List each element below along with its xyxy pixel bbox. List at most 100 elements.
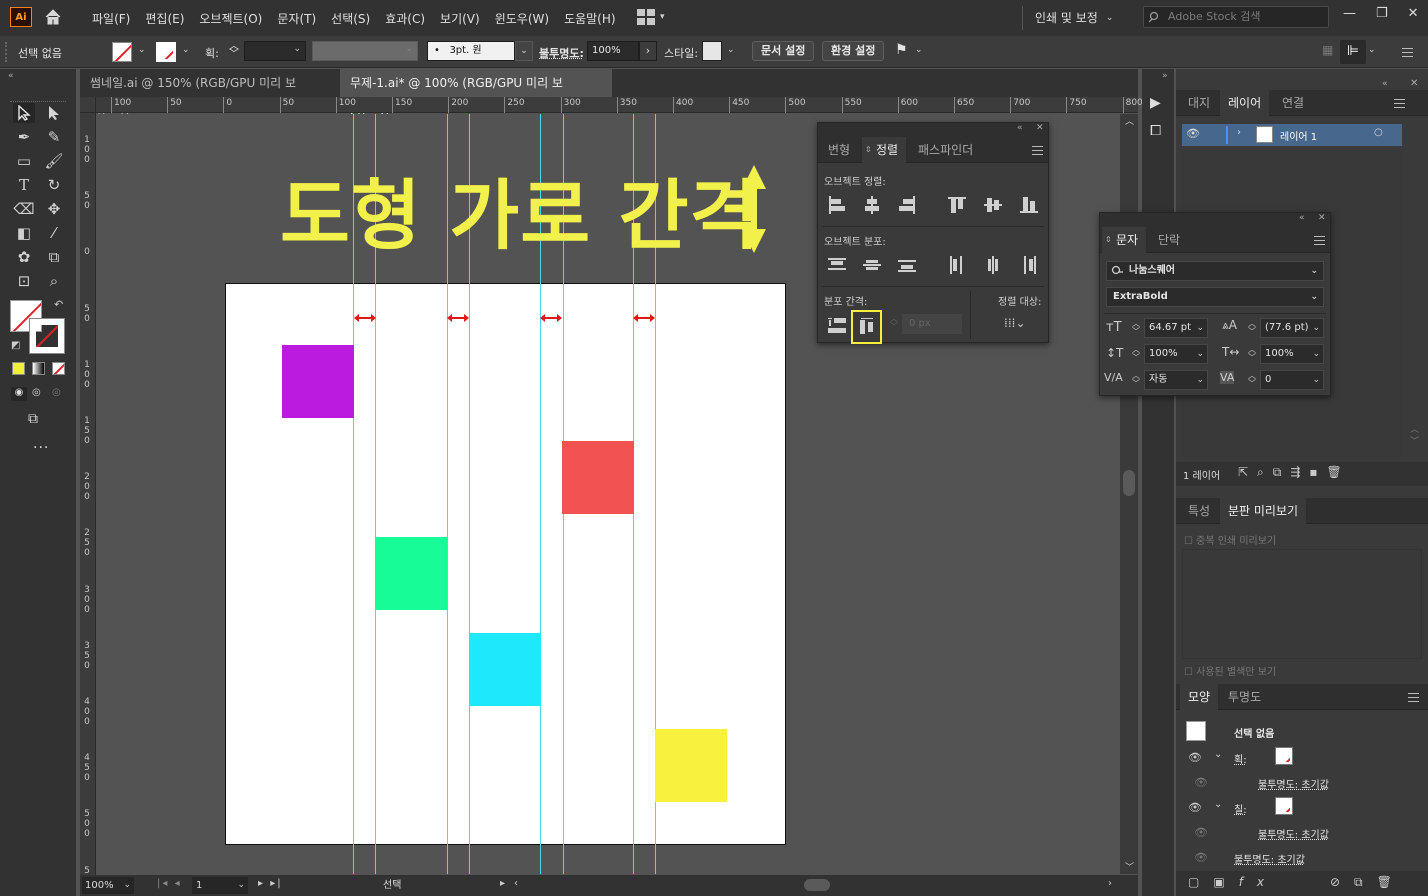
horizontal-distribute-space-button[interactable]: [851, 310, 882, 344]
layers-scroll[interactable]: ︿ ﹀: [1410, 424, 1419, 448]
tab-links[interactable]: 연결: [1274, 90, 1312, 116]
font-size-stepper[interactable]: ︿ ﹀: [1132, 320, 1140, 336]
menu-object[interactable]: 오브젝트(O): [199, 10, 262, 27]
screen-mode-icon[interactable]: ⧉: [28, 411, 38, 427]
eye-icon[interactable]: 👁: [1194, 851, 1208, 864]
eye-icon[interactable]: 👁: [1194, 826, 1208, 839]
horizontal-scale-input[interactable]: 100% ⌄: [1260, 344, 1324, 364]
brush-dropdown[interactable]: ⌄: [515, 41, 533, 61]
stroke-opacity-line[interactable]: 불투명도: 초기값: [1258, 776, 1329, 791]
align-horizontal-center-icon[interactable]: [863, 196, 881, 214]
draw-inside-icon[interactable]: ◎: [52, 387, 61, 398]
horizontal-scale-stepper[interactable]: ︿ ﹀: [1248, 346, 1256, 362]
tab-appearance[interactable]: 모양: [1180, 684, 1219, 710]
scroll-right-icon[interactable]: ›: [1108, 878, 1112, 889]
align-to-selection-icon[interactable]: ⁞⁞⁞⌄: [1004, 316, 1026, 330]
cyan-square[interactable]: [469, 633, 541, 706]
zoom-tool-icon[interactable]: ⌕: [43, 271, 65, 291]
appearance-clear-icons[interactable]: ⊘⧉🗑: [1330, 875, 1406, 890]
menu-icon[interactable]: [1408, 693, 1419, 702]
distribute-top-icon[interactable]: [828, 256, 846, 274]
menu-view[interactable]: 보기(V): [440, 10, 480, 27]
stroke-row-label[interactable]: 획:: [1234, 751, 1247, 766]
eye-icon[interactable]: 👁: [1188, 801, 1202, 814]
appearance-footer-icons[interactable]: ▢▣fx: [1188, 875, 1278, 889]
spot-only-checkbox[interactable]: ☐ 사용된 별색만 보기: [1184, 663, 1276, 678]
menu-icon[interactable]: [1032, 146, 1043, 155]
distribute-left-icon[interactable]: [948, 256, 966, 274]
tracking-stepper[interactable]: ︿ ﹀: [1248, 372, 1256, 388]
fill-opacity-line[interactable]: 불투명도: 초기값: [1258, 826, 1329, 841]
stroke-swatch-icon[interactable]: [1275, 747, 1293, 765]
tab-layers[interactable]: 레이어: [1220, 90, 1270, 116]
pen-tool-icon[interactable]: ✒: [13, 127, 35, 147]
overprint-checkbox[interactable]: ☐ 중복 인쇄 미리보기: [1184, 532, 1276, 547]
menu-effect[interactable]: 효과(C): [385, 10, 425, 27]
align-vertical-center-icon[interactable]: [984, 196, 1002, 214]
puppet-warp-tool-icon[interactable]: ✥: [43, 199, 65, 219]
eye-icon[interactable]: 👁: [1194, 776, 1208, 789]
chevron-down-icon[interactable]: ⌄: [1214, 799, 1222, 810]
draw-behind-icon[interactable]: ◎: [32, 387, 41, 398]
eraser-tool-icon[interactable]: ⌫: [13, 199, 35, 219]
align-right-icon[interactable]: [898, 196, 916, 214]
layer-row[interactable]: 👁 › 레이어 1 ○: [1182, 124, 1402, 146]
scrollbar-thumb[interactable]: [1123, 470, 1135, 496]
ruler-origin[interactable]: [80, 97, 96, 113]
vertical-arrow-icon[interactable]: [740, 163, 768, 255]
draw-normal-icon[interactable]: ◉: [11, 387, 27, 401]
tab-paragraph[interactable]: 단락: [1150, 227, 1188, 253]
layer-name[interactable]: 레이어 1: [1280, 128, 1317, 143]
chevron-down-icon[interactable]: ⌄: [138, 45, 146, 55]
font-size-input[interactable]: 64.67 pt ⌄: [1144, 318, 1208, 338]
close-icon[interactable]: ✕: [1408, 6, 1419, 21]
gradient-tool-icon[interactable]: ◧: [13, 223, 35, 243]
scroll-up-icon[interactable]: ︿: [1125, 114, 1134, 127]
menu-icon[interactable]: [1394, 99, 1405, 108]
menu-icon[interactable]: [1402, 48, 1413, 57]
font-family-input[interactable]: 나눔스퀘어 ⌄: [1106, 261, 1324, 281]
zoom-input[interactable]: 100% ⌄: [82, 877, 134, 894]
panel-titlebar[interactable]: « ✕: [1100, 213, 1330, 227]
layers-footer-icons[interactable]: ⇱⌕⧉⇶▪🗑: [1238, 465, 1351, 480]
libraries-icon[interactable]: ⧠: [1150, 123, 1161, 139]
menu-edit[interactable]: 편집(E): [145, 10, 184, 27]
fill-row-label[interactable]: 칠:: [1234, 801, 1247, 816]
collapse-icon[interactable]: «: [8, 71, 14, 81]
style-swatch[interactable]: [702, 41, 722, 61]
chevron-down-icon[interactable]: ⌄: [1368, 45, 1376, 55]
kerning-select[interactable]: 자동 ⌄: [1144, 370, 1208, 390]
brush-definition[interactable]: • 3pt. 원: [427, 41, 515, 61]
symbol-sprayer-tool-icon[interactable]: ✿: [13, 247, 35, 267]
green-square[interactable]: [375, 537, 447, 610]
selection-tool-icon[interactable]: [13, 103, 35, 123]
red-square[interactable]: [562, 441, 634, 514]
menu-type[interactable]: 문자(T): [277, 10, 316, 27]
horizontal-ruler[interactable]: 100 50 0 50 100 150 200 250 300 350 400 450 500 550 60…: [96, 97, 1255, 113]
collapse-icon[interactable]: «: [1382, 79, 1388, 89]
menu-select[interactable]: 선택(S): [331, 10, 370, 27]
tab-align[interactable]: ⇕ 정렬: [862, 137, 907, 163]
tab-thumbnail[interactable]: 썸네일.ai @ 150% (RGB/GPU 미리 보기)✕: [80, 69, 340, 118]
stroke-stepper[interactable]: ︿ ﹀: [229, 42, 239, 60]
close-icon[interactable]: ✕: [1318, 213, 1326, 223]
tab-artboards[interactable]: 대지: [1180, 90, 1218, 116]
distribute-horizontal-center-icon[interactable]: [984, 256, 1002, 274]
type-tool-icon[interactable]: T: [13, 175, 35, 195]
maximize-icon[interactable]: ❐: [1376, 6, 1388, 21]
minimize-icon[interactable]: —: [1343, 6, 1356, 21]
fill-swatch-icon[interactable]: [1275, 797, 1293, 815]
default-colors-icon[interactable]: ◩: [11, 340, 20, 351]
purple-square[interactable]: [282, 345, 354, 418]
rotate-tool-icon[interactable]: ↻: [43, 175, 65, 195]
font-style-select[interactable]: ExtraBold ⌄: [1106, 287, 1324, 307]
vertical-scale-input[interactable]: 100% ⌄: [1144, 344, 1208, 364]
home-icon[interactable]: [44, 8, 62, 26]
leading-input[interactable]: (77.6 pt) ⌄: [1260, 318, 1324, 338]
arrange-documents-button[interactable]: ▾: [636, 8, 665, 26]
align-bottom-icon[interactable]: [1020, 196, 1038, 214]
chevron-down-icon[interactable]: ⌄: [1214, 749, 1222, 760]
tab-untitled[interactable]: 무제-1.ai* @ 100% (RGB/GPU 미리 보기)✕: [340, 69, 612, 118]
align-top-icon[interactable]: [948, 196, 966, 214]
align-panel-icon[interactable]: ⊫: [1340, 40, 1366, 64]
